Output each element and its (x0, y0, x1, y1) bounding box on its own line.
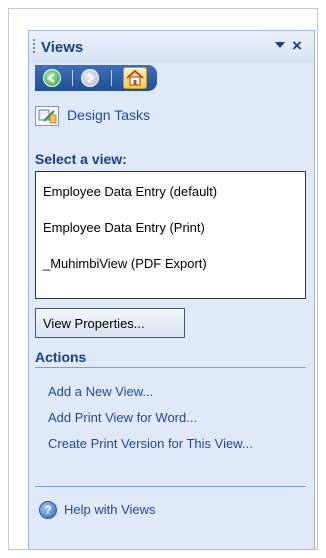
view-list[interactable]: Employee Data Entry (default) Employee D… (35, 171, 306, 299)
views-task-pane: Views × Design Tasks Select a view: Empl… (28, 30, 315, 550)
view-list-item[interactable]: Employee Data Entry (Print) (43, 220, 205, 235)
pane-title: Views (41, 39, 84, 56)
help-divider (35, 486, 306, 487)
actions-header: Actions (35, 349, 87, 365)
add-print-view-word-link[interactable]: Add Print View for Word... (48, 409, 278, 426)
design-tasks-label: Design Tasks (67, 107, 151, 123)
create-print-version-link[interactable]: Create Print Version for This View... (48, 435, 278, 452)
home-icon[interactable] (123, 67, 147, 89)
close-icon[interactable]: × (292, 36, 302, 56)
add-new-view-link[interactable]: Add a New View... (48, 383, 278, 400)
design-tasks-icon (35, 106, 59, 126)
select-view-header: Select a view: (35, 151, 127, 167)
task-pane-titlebar: Views × (29, 31, 314, 63)
drag-grip[interactable] (33, 39, 35, 55)
view-list-item[interactable]: Employee Data Entry (default) (43, 184, 217, 199)
view-properties-button[interactable]: View Properties... (35, 308, 185, 338)
pane-menu-dropdown-icon[interactable] (275, 42, 285, 48)
back-arrow-icon[interactable] (43, 69, 61, 87)
toolbar-separator (111, 70, 112, 86)
forward-arrow-icon[interactable] (81, 69, 99, 87)
help-label: Help with Views (64, 502, 156, 517)
help-icon: ? (39, 501, 57, 519)
toolbar-separator (72, 70, 73, 86)
view-list-item[interactable]: _MuhimbiView (PDF Export) (43, 256, 207, 271)
navigation-toolbar (35, 65, 157, 91)
actions-divider (35, 367, 306, 368)
